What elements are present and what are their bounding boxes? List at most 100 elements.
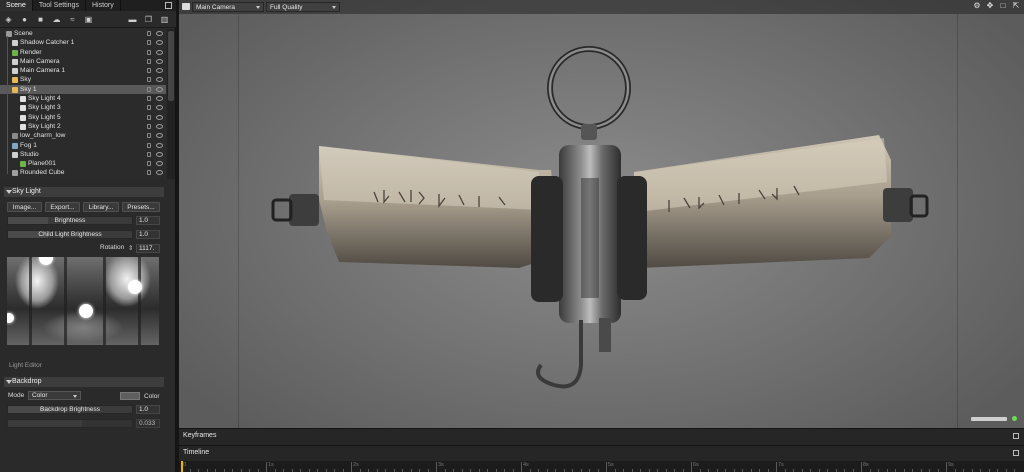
tab-history[interactable]: History xyxy=(86,0,121,11)
timeline-bar[interactable]: Timeline xyxy=(179,445,1024,461)
add-sky-icon[interactable]: ☁ xyxy=(52,15,61,24)
sky-light-handle[interactable] xyxy=(79,304,93,318)
visibility-eye-icon[interactable] xyxy=(156,58,163,64)
scene-tree-item[interactable]: Sky Light 4 xyxy=(0,94,166,103)
backdrop-brightness-value[interactable]: 1.0 xyxy=(136,405,160,414)
visibility-eye-icon[interactable] xyxy=(156,77,163,83)
scene-tree-scrollbar[interactable] xyxy=(167,29,175,179)
keyframes-bar[interactable]: Keyframes xyxy=(179,428,1024,445)
lock-icon[interactable] xyxy=(147,77,151,83)
folder-icon[interactable]: ▬ xyxy=(128,15,137,24)
visibility-eye-icon[interactable] xyxy=(156,170,163,176)
add-light-icon[interactable]: ● xyxy=(20,15,29,24)
add-fog-icon[interactable]: ≈ xyxy=(68,15,77,24)
add-camera-icon[interactable]: ■ xyxy=(36,15,45,24)
scene-tree-item[interactable]: Main Camera 1 xyxy=(0,66,166,75)
frame-icon[interactable]: □ xyxy=(999,2,1007,10)
backdrop-secondary-value[interactable]: 0.033 xyxy=(136,419,160,428)
backdrop-brightness-slider[interactable]: Backdrop Brightness xyxy=(7,405,133,414)
scrollbar-thumb[interactable] xyxy=(168,31,174,101)
lock-icon[interactable] xyxy=(147,114,151,120)
popout-icon[interactable] xyxy=(1013,450,1019,456)
timeline-ruler[interactable]: 0 1s 2s 3s 4s 5s 6s 7s 8s 9s xyxy=(179,461,1024,472)
presets-button[interactable]: Presets... xyxy=(122,202,160,212)
brightness-slider[interactable]: Brightness xyxy=(7,216,133,225)
add-group-icon[interactable]: ▣ xyxy=(84,15,93,24)
rotation-spinner-icon[interactable]: ⇕ xyxy=(128,244,133,252)
visibility-eye-icon[interactable] xyxy=(156,40,163,46)
lock-icon[interactable] xyxy=(147,31,151,36)
visibility-eye-icon[interactable] xyxy=(156,96,163,102)
popout-icon[interactable] xyxy=(165,2,172,9)
scene-tree-item[interactable]: Scene xyxy=(0,29,166,38)
export-button[interactable]: Export... xyxy=(45,202,80,212)
backdrop-secondary-slider[interactable] xyxy=(7,419,133,428)
lock-icon[interactable] xyxy=(147,161,151,167)
backdrop-color-swatch[interactable] xyxy=(120,392,140,400)
scene-tree-item[interactable]: Sky xyxy=(0,75,166,84)
scene-tree-item[interactable]: Sky Light 5 xyxy=(0,113,166,122)
library-button[interactable]: Library... xyxy=(83,202,119,212)
scene-tree-item[interactable]: Sky 1 xyxy=(0,84,166,95)
sky-light-handle[interactable] xyxy=(128,280,142,294)
lock-icon[interactable] xyxy=(147,68,151,74)
popout-icon[interactable]: ⇱ xyxy=(1012,2,1020,10)
lock-icon[interactable] xyxy=(147,96,151,102)
visibility-eye-icon[interactable] xyxy=(156,68,163,74)
visibility-eye-icon[interactable] xyxy=(156,114,163,120)
lock-icon[interactable] xyxy=(147,133,151,139)
scene-tree-item[interactable]: Fog 1 xyxy=(0,141,166,150)
delete-icon[interactable]: ▥ xyxy=(160,15,169,24)
visibility-eye-icon[interactable] xyxy=(156,105,163,111)
lock-icon[interactable] xyxy=(147,49,151,55)
camera-icon[interactable] xyxy=(182,3,190,10)
scene-toolbar: ◈ ● ■ ☁ ≈ ▣ ▬ ❐ ▥ xyxy=(0,11,176,28)
sky-light-handle[interactable] xyxy=(39,257,53,265)
scene-tree-item[interactable]: low_charm_low xyxy=(0,131,166,140)
visibility-eye-icon[interactable] xyxy=(156,161,163,167)
backdrop-mode-select[interactable]: Color xyxy=(28,391,81,400)
scene-tree-item[interactable]: Sky Light 3 xyxy=(0,103,166,112)
popout-icon[interactable] xyxy=(1013,433,1019,439)
scene-tree-item[interactable]: Sky Light 2 xyxy=(0,122,166,131)
lock-icon[interactable] xyxy=(147,105,151,111)
lock-icon[interactable] xyxy=(147,142,151,148)
duplicate-icon[interactable]: ❐ xyxy=(144,15,153,24)
visibility-eye-icon[interactable] xyxy=(156,86,163,92)
visibility-eye-icon[interactable] xyxy=(156,49,163,55)
timeline-playhead[interactable] xyxy=(181,461,183,472)
lock-icon[interactable] xyxy=(147,40,151,46)
lock-icon[interactable] xyxy=(147,151,151,157)
brightness-value[interactable]: 1.0 xyxy=(136,216,160,225)
scene-tree-item[interactable]: Render xyxy=(0,48,166,57)
move-icon[interactable]: ✥ xyxy=(986,2,994,10)
quality-select[interactable]: Full Quality xyxy=(266,2,340,12)
add-object-icon[interactable]: ◈ xyxy=(4,15,13,24)
visibility-eye-icon[interactable] xyxy=(156,31,163,36)
tab-scene[interactable]: Scene xyxy=(0,0,33,11)
scene-tree-item[interactable]: Shadow Catcher 1 xyxy=(0,38,166,47)
scene-tree-item[interactable]: Plane001 xyxy=(0,159,166,168)
backdrop-header[interactable]: Backdrop xyxy=(4,377,164,387)
camera-select[interactable]: Main Camera xyxy=(192,2,264,12)
child-light-brightness-value[interactable]: 1.0 xyxy=(136,230,160,239)
lock-icon[interactable] xyxy=(147,86,151,92)
render-viewport[interactable]: Main Camera Full Quality ⚙ ✥ □ ⇱ xyxy=(179,0,1024,428)
scene-tree-item[interactable]: Rounded Cube xyxy=(0,168,166,177)
image-button[interactable]: Image... xyxy=(7,202,42,212)
settings-icon[interactable]: ⚙ xyxy=(973,2,981,10)
visibility-eye-icon[interactable] xyxy=(156,142,163,148)
lock-icon[interactable] xyxy=(147,170,151,176)
light-editor-preview[interactable] xyxy=(7,257,159,345)
scene-tree-item[interactable]: Main Camera xyxy=(0,57,166,66)
child-light-brightness-slider[interactable]: Child Light Brightness xyxy=(7,230,133,239)
rotation-value[interactable]: 1117. xyxy=(136,244,160,253)
lock-icon[interactable] xyxy=(147,58,151,64)
lock-icon[interactable] xyxy=(147,123,151,129)
scene-tree-item[interactable]: Studio xyxy=(0,150,166,159)
visibility-eye-icon[interactable] xyxy=(156,151,163,157)
sky-light-header[interactable]: Sky Light xyxy=(4,187,164,197)
visibility-eye-icon[interactable] xyxy=(156,123,163,129)
visibility-eye-icon[interactable] xyxy=(156,133,163,139)
tab-tool-settings[interactable]: Tool Settings xyxy=(33,0,86,11)
